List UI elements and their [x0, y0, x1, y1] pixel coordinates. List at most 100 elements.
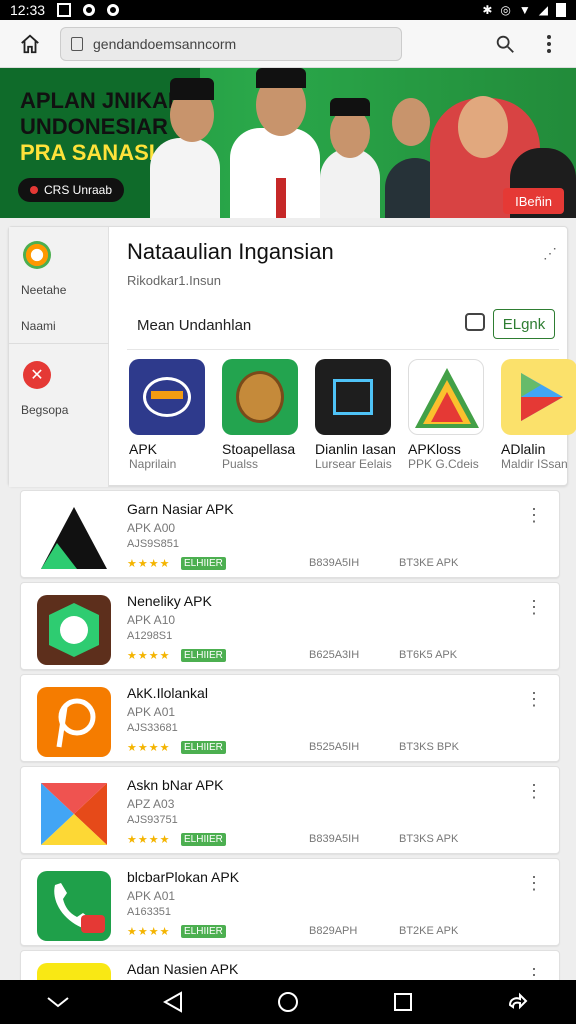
app-title: Askn bNar APK: [127, 777, 224, 793]
app-name: APK: [129, 441, 158, 457]
app-developer: Naprilain: [129, 457, 177, 471]
app-developer: Maldir ISsan: [501, 457, 568, 471]
person-figure: [150, 138, 220, 218]
banner-heading: APLAN JNIKAN UNDONESIAR: [20, 88, 184, 140]
list-item[interactable]: AkK.Ilolankal APK A01 AJS33681 ★★★★ ELHI…: [20, 674, 560, 762]
status-badge: ELHIIER: [181, 741, 226, 754]
apk-blue-icon: [129, 359, 205, 435]
app-name: Stoapellasa: [222, 441, 296, 457]
status-badge: ELHIIER: [181, 925, 226, 938]
status-badge: ELHIIER: [181, 557, 226, 570]
more-vert-icon[interactable]: [546, 34, 552, 54]
app-list: Garn Nasiar APK APK A00 AJS9S851 ★★★★ EL…: [20, 490, 560, 994]
battery-icon: [556, 3, 566, 17]
banner-line-2: UNDONESIAR: [20, 114, 168, 139]
app-name: APKloss: [408, 441, 461, 457]
more-vert-icon[interactable]: ⋮: [525, 597, 543, 618]
sidebar-label: Neetahe: [21, 283, 67, 297]
chat-icon[interactable]: [465, 313, 485, 331]
sidebar-label: Begsopa: [21, 403, 69, 417]
section-title: Mean Undanhlan: [137, 317, 252, 334]
search-icon[interactable]: [494, 33, 516, 55]
card-sidebar: Neetahe Naami ✕ Begsopa: [9, 227, 109, 487]
home-nav-button[interactable]: [268, 982, 308, 1022]
link-button[interactable]: ELgnk: [493, 309, 555, 339]
recents-button[interactable]: [383, 982, 423, 1022]
list-item[interactable]: blcbarPlokan APK APK A01 A163351 ★★★★ EL…: [20, 858, 560, 946]
app-tile[interactable]: Dianlin Iasan Lursear Eelais: [315, 359, 396, 479]
black-a-icon: [37, 503, 111, 573]
more-vert-icon[interactable]: ⋮: [525, 781, 543, 802]
bluetooth-icon: ✱: [482, 3, 493, 17]
app-tile[interactable]: APK Naprilain: [129, 359, 205, 479]
rating-stars: ★★★★: [127, 834, 171, 846]
more-vert-icon[interactable]: ⋮: [525, 873, 543, 894]
app-tile[interactable]: APKloss PPK G.Cdeis: [408, 359, 484, 479]
share-icon[interactable]: ⋰: [543, 245, 557, 262]
app-tile[interactable]: Stoapellasa Pualss: [222, 359, 298, 479]
list-item[interactable]: Garn Nasiar APK APK A00 AJS9S851 ★★★★ EL…: [20, 490, 560, 578]
app-name: ADlalin: [501, 441, 546, 457]
back-icon: [162, 991, 182, 1013]
status-bar: 12:33 ✱ ◎ ▼ ◢: [0, 0, 576, 20]
person-figure: [230, 128, 320, 218]
address-bar[interactable]: gendandoemsanncorm: [60, 26, 402, 61]
banner-line-1: APLAN JNIKAN: [20, 88, 184, 113]
app-developer: PPK G.Cdeis: [408, 457, 479, 471]
app-size: B829APH: [309, 925, 358, 937]
orange-p-icon: [37, 687, 111, 757]
app-tile[interactable]: ADlalin Maldir ISsan: [501, 359, 576, 479]
list-item[interactable]: Neneliky APK APK A10 A1298S1 ★★★★ ELHIIE…: [20, 582, 560, 670]
dark-bolt-icon: [315, 359, 391, 435]
app-title: blcbarPlokan APK: [127, 869, 240, 885]
page-icon: [71, 36, 83, 51]
person-cap: [330, 98, 370, 116]
more-vert-icon[interactable]: ⋮: [525, 505, 543, 526]
app-subtitle: APK A01: [127, 889, 176, 903]
app-type: BT3KS BPK: [399, 741, 459, 753]
record-icon: [83, 4, 96, 16]
app-size: B839A5IH: [309, 557, 360, 569]
banner-cta-left[interactable]: CRS Unraab: [18, 178, 125, 202]
triangle-gpi-icon: [408, 359, 484, 435]
back-button[interactable]: [153, 982, 193, 1022]
sidebar-item-begsopa[interactable]: ✕ Begsopa: [9, 361, 109, 417]
app-developer: Pualss: [222, 457, 259, 471]
hero-banner[interactable]: APLAN JNIKAN UNDONESIAR PRA SANASIAI CRS…: [0, 68, 576, 218]
home-icon: [21, 34, 39, 53]
more-vert-icon[interactable]: ⋮: [525, 689, 543, 710]
rotate-button[interactable]: [498, 982, 538, 1022]
card-subtitle: Rikodkar1.Insun: [127, 273, 221, 288]
colored-x-icon: [37, 779, 111, 849]
person-figure: [320, 148, 380, 218]
banner-cta-right[interactable]: IBeñin: [503, 188, 564, 214]
play-triangle-icon: [501, 359, 576, 435]
status-badge: ELHIIER: [181, 833, 226, 846]
app-code: AJS33681: [127, 722, 178, 734]
phone-icon: [37, 871, 111, 941]
url-text: gendandoemsanncorm: [93, 35, 237, 52]
wifi-icon: ▼: [518, 3, 531, 17]
sidebar-item-naami[interactable]: Naami: [9, 319, 109, 333]
app-subtitle: APK A00: [127, 521, 176, 535]
system-navbar: [0, 980, 576, 1024]
green-circle-icon: [23, 241, 51, 269]
home-circle-icon: [277, 992, 298, 1012]
divider: [127, 349, 559, 350]
app-size: B839A5IH: [309, 833, 360, 845]
list-item[interactable]: Askn bNar APK APZ A03 AJS93751 ★★★★ ELHI…: [20, 766, 560, 854]
person-cap: [256, 68, 306, 88]
person-head: [392, 98, 430, 146]
featured-card: Neetahe Naami ✕ Begsopa Nataaulian Ingan…: [8, 226, 576, 487]
browser-toolbar: gendandoemsanncorm: [0, 20, 576, 68]
nav-down-button[interactable]: [38, 982, 78, 1022]
sidebar-item-neetahe[interactable]: Neetahe: [9, 241, 109, 297]
person-head: [458, 96, 508, 158]
tie-shape: [276, 178, 286, 218]
app-type: BT6K5 APK: [399, 649, 458, 661]
rating-stars: ★★★★: [127, 742, 171, 754]
app-name: Dianlin Iasan: [315, 441, 396, 457]
featured-apps: APK Naprilain Stoapellasa Pualss Dianlin…: [129, 359, 576, 479]
home-button[interactable]: [0, 33, 60, 55]
app-type: BT2KE APK: [399, 925, 459, 937]
